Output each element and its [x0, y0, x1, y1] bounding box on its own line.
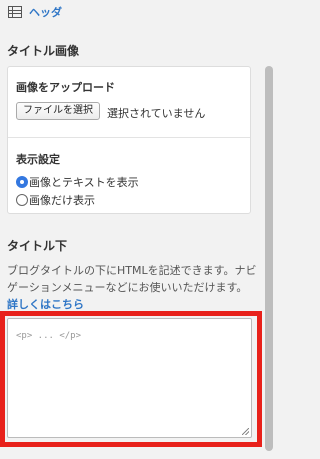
scrollbar-track[interactable] — [262, 0, 275, 459]
panel-divider — [8, 137, 250, 138]
radio-image-only[interactable]: 画像だけ表示 — [16, 192, 95, 208]
title-image-panel: 画像をアップロード ファイルを選択 選択されていません 表示設定 画像とテキスト… — [7, 66, 251, 214]
below-title-heading: タイトル下 — [7, 239, 68, 253]
scrollbar-thumb[interactable] — [265, 66, 273, 451]
display-settings-heading: 表示設定 — [16, 153, 60, 166]
table-icon — [8, 6, 22, 18]
title-image-heading: タイトル画像 — [7, 44, 80, 58]
settings-page: ヘッダ タイトル画像 画像をアップロード ファイルを選択 選択されていません 表… — [0, 0, 275, 459]
header-row[interactable]: ヘッダ — [8, 4, 62, 20]
radio-label-image-only: 画像だけ表示 — [29, 194, 95, 207]
radio-button-checked[interactable] — [16, 176, 28, 188]
radio-label-image-and-text: 画像とテキストを表示 — [29, 176, 139, 189]
file-status-text: 選択されていません — [107, 107, 206, 120]
choose-file-button[interactable]: ファイルを選択 — [16, 102, 100, 120]
resize-handle-icon[interactable] — [242, 428, 249, 435]
radio-image-and-text[interactable]: 画像とテキストを表示 — [16, 174, 139, 190]
below-title-description: ブログタイトルの下にHTMLを記述できます。ナビゲーションメニューなどにお使いい… — [7, 262, 257, 313]
header-link[interactable]: ヘッダ — [29, 4, 62, 20]
textarea-placeholder: <p> ... </p> — [16, 331, 82, 341]
description-text: ブログタイトルの下にHTMLを記述できます。ナビゲーションメニューなどにお使いい… — [7, 264, 257, 294]
details-link[interactable]: 詳しくはこちら — [7, 298, 84, 311]
upload-heading: 画像をアップロード — [16, 81, 115, 94]
radio-button-unchecked[interactable] — [16, 194, 28, 206]
below-title-html-textarea[interactable]: <p> ... </p> — [7, 318, 252, 438]
